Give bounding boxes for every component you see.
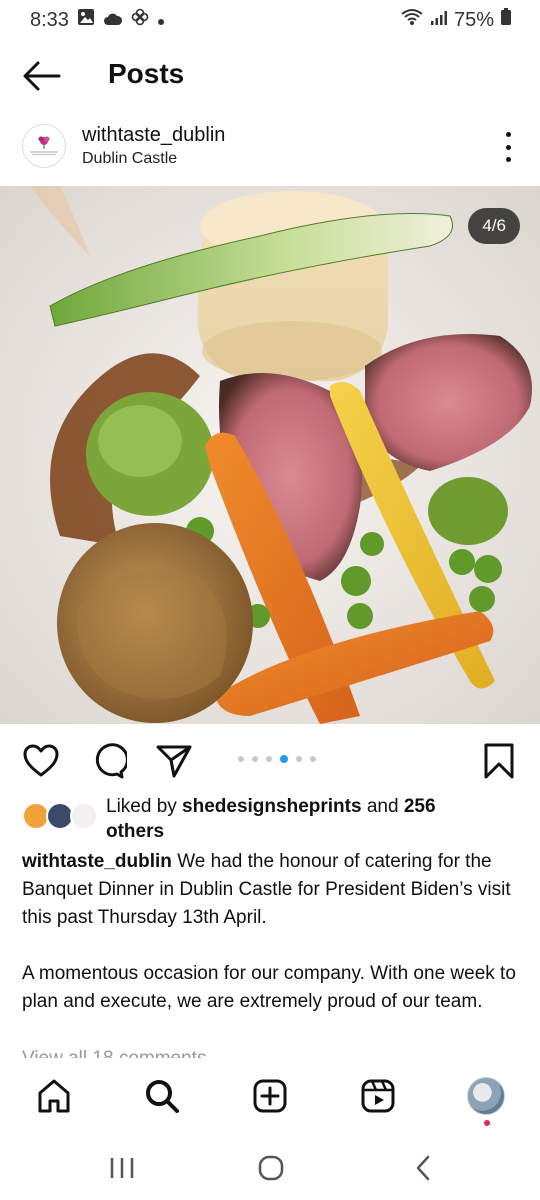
status-bar: 8:33 75% (0, 0, 540, 40)
save-button[interactable] (480, 742, 518, 780)
account-username[interactable]: withtaste_dublin (82, 124, 225, 147)
comment-button[interactable] (89, 742, 129, 780)
nav-search[interactable] (142, 1076, 182, 1116)
liker-avatar (70, 802, 98, 830)
view-comments-link[interactable]: View all 18 comments (22, 1048, 206, 1058)
carousel-indicator (238, 755, 316, 763)
more-dot (505, 144, 511, 150)
post-location[interactable]: Dublin Castle (82, 150, 177, 168)
system-navigation-bar (0, 1136, 540, 1200)
signal-icon (430, 9, 448, 32)
with-taste-logo (25, 127, 63, 165)
likes-middle: and (361, 796, 404, 817)
nav-reels[interactable] (358, 1076, 398, 1116)
nav-profile[interactable] (466, 1076, 506, 1116)
carousel-dot (310, 756, 316, 762)
recent-apps-icon (110, 1158, 134, 1178)
system-back-button[interactable] (406, 1150, 442, 1186)
battery-icon (500, 8, 512, 32)
search-icon (146, 1080, 179, 1113)
wifi-icon (400, 8, 424, 32)
share-button[interactable] (155, 742, 193, 780)
status-time: 8:33 (30, 8, 69, 31)
pinwheel-icon (131, 8, 149, 32)
bottom-navigation (0, 1062, 540, 1134)
gallery-icon (77, 8, 95, 32)
home-icon (38, 1079, 70, 1113)
liker-username[interactable]: shedesignsheprints (182, 796, 362, 817)
chevron-left-icon (416, 1155, 430, 1181)
post-actions (0, 738, 540, 782)
nav-create[interactable] (250, 1076, 290, 1116)
post-photo[interactable]: 4/6 (0, 186, 540, 724)
home-system-button[interactable] (253, 1150, 289, 1186)
like-button[interactable] (22, 742, 60, 780)
heart-icon (23, 744, 59, 777)
dot-icon (157, 9, 165, 32)
profile-avatar (467, 1077, 505, 1115)
cloud-icon (103, 9, 123, 32)
recent-apps-button[interactable] (104, 1150, 140, 1186)
more-options-button[interactable] (500, 132, 516, 162)
likes-text: Liked by shedesignsheprints and 256 other… (106, 794, 506, 844)
back-button[interactable] (22, 60, 62, 92)
carousel-dot-active (280, 755, 288, 763)
more-dot (505, 132, 511, 137)
back-arrow-icon (23, 61, 61, 91)
profile-notification-dot (484, 1120, 490, 1126)
carousel-dot (252, 756, 258, 762)
create-icon (253, 1079, 287, 1113)
post-header: withtaste_dublin Dublin Castle (0, 118, 540, 178)
more-dot (505, 157, 511, 162)
nav-home[interactable] (34, 1076, 74, 1116)
account-avatar[interactable] (22, 124, 66, 168)
caption-username[interactable]: withtaste_dublin (22, 851, 172, 872)
likes-count[interactable]: 256 (404, 796, 436, 817)
comment-icon (95, 743, 129, 779)
battery-percent: 75% (453, 8, 494, 31)
caption-paragraph: A momentous occasion for our company. Wi… (22, 963, 516, 1012)
send-icon (156, 745, 192, 778)
carousel-dot (238, 756, 244, 762)
caption-paragraph: withtaste_dublin We had the honour of ca… (22, 848, 518, 932)
page-title: Posts (108, 58, 185, 89)
reels-icon (361, 1079, 395, 1113)
likes-suffix[interactable]: others (106, 821, 164, 842)
home-circle-icon (258, 1155, 284, 1181)
carousel-counter: 4/6 (468, 208, 520, 244)
bookmark-icon (484, 743, 514, 779)
status-left: 8:33 (30, 8, 165, 32)
carousel-dot (266, 756, 272, 762)
page-header: Posts (0, 48, 540, 104)
carousel-dot (296, 756, 302, 762)
status-right: 75% (400, 8, 512, 32)
likes-section[interactable]: Liked by shedesignsheprints and 256 other… (22, 794, 522, 844)
post-caption: withtaste_dublin We had the honour of ca… (22, 848, 518, 1044)
food-plate-image (0, 186, 540, 724)
likes-prefix: Liked by (106, 796, 183, 817)
liker-avatars (22, 802, 98, 832)
